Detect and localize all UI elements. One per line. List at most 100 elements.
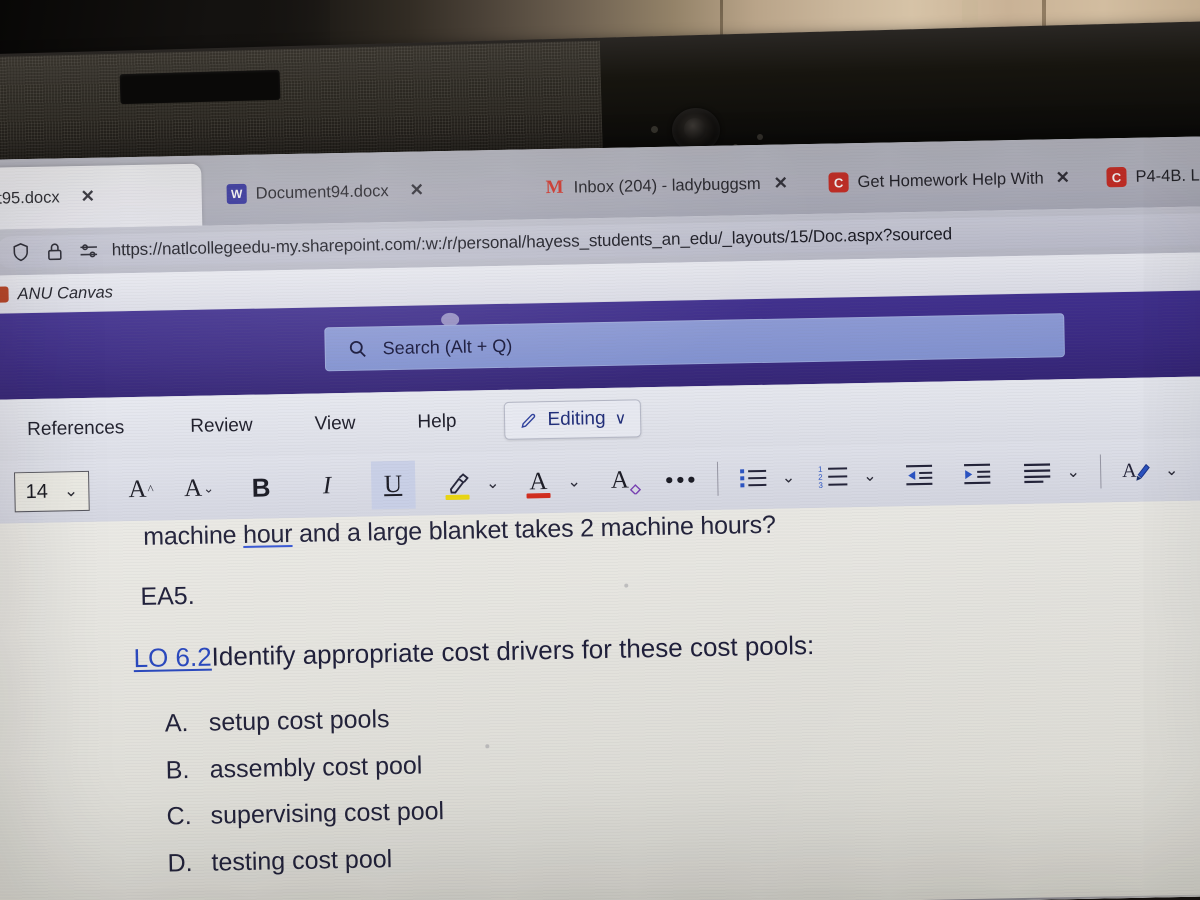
shield-icon[interactable]	[10, 241, 32, 263]
highlighter-icon	[449, 473, 469, 494]
font-size-value: 14	[25, 480, 49, 503]
chevron-down-icon[interactable]: ⌄	[0, 344, 3, 369]
tab-references[interactable]: References	[5, 417, 147, 442]
font-color-caret-icon[interactable]: ⌄	[560, 471, 588, 492]
browser-tab-4[interactable]: Get Homework Help With ✕	[816, 149, 1082, 212]
highlight-color-caret-icon[interactable]: ⌄	[479, 473, 507, 494]
font-size-selector[interactable]: 14 ⌄	[14, 470, 90, 513]
search-icon	[349, 340, 366, 358]
close-icon[interactable]: ✕	[80, 187, 95, 207]
browser-tab-1[interactable]: cument95.docx ✕	[0, 163, 203, 232]
more-formatting-options-button[interactable]: •••	[659, 455, 704, 504]
lock-icon[interactable]	[44, 240, 66, 262]
close-icon[interactable]: ✕	[1055, 168, 1070, 188]
lo-prompt-text: Identify appropriate cost drivers for th…	[211, 630, 815, 672]
underline-button[interactable]: U	[370, 460, 416, 510]
screen-speck	[624, 583, 629, 588]
site-permissions-icon[interactable]	[78, 240, 100, 262]
editing-mode-button[interactable]: Editing ∨	[504, 399, 642, 440]
page-bottom-divider	[0, 893, 1200, 900]
tab-title: Get Homework Help With	[857, 169, 1044, 191]
chegg-icon	[1106, 166, 1127, 188]
decrease-indent-icon	[906, 464, 933, 486]
laptop-vent-slot	[119, 69, 281, 105]
svg-text:A: A	[1122, 460, 1137, 482]
tab-title: Inbox (204) - ladybuggsm	[573, 174, 761, 197]
word-icon	[226, 183, 247, 205]
tab-title: P4-4B. LO	[1135, 165, 1200, 186]
spelling-error-word: hour	[242, 519, 293, 549]
close-icon[interactable]: ✕	[409, 180, 424, 200]
list-item-text: testing cost pool	[211, 844, 393, 877]
format-painter-button[interactable]: A	[1114, 446, 1159, 495]
font-color-button[interactable]: A	[516, 458, 561, 507]
tab-view[interactable]: View	[292, 412, 377, 436]
chevron-down-icon[interactable]: ⌄	[64, 481, 89, 501]
bulleted-list-icon	[739, 469, 766, 488]
pencil-icon	[521, 413, 536, 428]
search-input[interactable]: Search (Alt + Q)	[324, 313, 1065, 372]
browser-tab-5[interactable]: P4-4B. LO	[1094, 146, 1200, 206]
browser-tab-2[interactable]: Document94.docx ✕	[214, 161, 436, 223]
list-item-text: assembly cost pool	[209, 751, 423, 784]
chevron-down-icon: ∨	[614, 410, 627, 428]
clear-formatting-button[interactable]: A	[597, 456, 642, 505]
list-marker: D.	[167, 848, 193, 877]
list-item-text: setup cost pools	[208, 705, 390, 737]
browser-tab-3[interactable]: M Inbox (204) - ladybuggsm ✕	[532, 154, 800, 217]
svg-text:3: 3	[818, 481, 823, 490]
italic-button[interactable]: I	[305, 462, 350, 511]
bookmark-anu-canvas[interactable]: ANU Canvas	[17, 283, 113, 304]
editing-label: Editing	[547, 407, 606, 431]
highlight-color-swatch	[445, 494, 470, 501]
canvas-icon	[0, 286, 9, 303]
alignment-caret-icon[interactable]: ⌄	[1059, 462, 1087, 483]
tab-title: Document94.docx	[255, 181, 389, 203]
clear-formatting-letter: A	[610, 466, 630, 494]
grow-font-button[interactable]: A ^	[119, 465, 164, 514]
chegg-icon	[828, 172, 849, 193]
list-marker: A.	[164, 709, 189, 738]
paragraph-alignment-icon	[1024, 463, 1051, 484]
toolbar-divider	[716, 461, 719, 496]
format-painter-caret-icon[interactable]: ⌄	[1158, 460, 1186, 481]
webcam-lens	[684, 118, 706, 140]
increase-indent-button[interactable]	[955, 449, 1000, 498]
shrink-font-button[interactable]: A ⌄	[177, 464, 222, 513]
tab-help[interactable]: Help	[395, 410, 478, 434]
bulleted-list-caret-icon[interactable]: ⌄	[775, 467, 803, 488]
wall-fixture	[962, 0, 978, 22]
document-canvas[interactable]: machine hour and a large blanket takes 2…	[0, 499, 1200, 900]
search-placeholder: Search (Alt + Q)	[382, 335, 513, 358]
numbered-list-icon: 1 2 3	[818, 465, 848, 490]
bezel-sensor-dot	[757, 134, 763, 140]
format-painter-icon: A	[1122, 460, 1150, 482]
clipped-text-after: and a large blanket takes 2 machine hour…	[292, 510, 776, 548]
caret-up-icon: ^	[147, 481, 154, 497]
paragraph-alignment-button[interactable]	[1015, 448, 1060, 497]
lo-link[interactable]: LO 6.2	[133, 642, 212, 673]
decrease-indent-button[interactable]	[897, 451, 942, 500]
bold-button[interactable]: B	[239, 463, 284, 512]
list-marker: C.	[166, 801, 192, 831]
tab-review[interactable]: Review	[168, 414, 275, 438]
bulleted-list-button[interactable]	[730, 454, 775, 503]
grow-font-label: A	[128, 475, 147, 504]
numbered-list-button[interactable]: 1 2 3	[812, 452, 857, 501]
list-item: D. testing cost pool	[167, 835, 445, 887]
list-marker: B.	[165, 755, 190, 784]
eraser-icon	[629, 484, 641, 495]
list-item: A. setup cost pools	[164, 695, 442, 747]
increase-indent-icon	[964, 463, 991, 485]
close-icon[interactable]: ✕	[774, 173, 789, 193]
highlight-button[interactable]	[435, 459, 480, 508]
clipped-text-before: machine	[142, 520, 244, 551]
learning-objective-paragraph: LO 6.2Identify appropriate cost drivers …	[133, 630, 814, 674]
numbered-list-caret-icon[interactable]: ⌄	[856, 466, 884, 487]
list-item: C. supervising cost pool	[166, 788, 444, 840]
font-color-swatch	[526, 493, 551, 499]
gmail-icon: M	[545, 176, 564, 199]
photo-of-laptop-screen: cument95.docx ✕ Document94.docx ✕ M Inbo…	[0, 0, 1200, 900]
bezel-sensor-dot	[651, 126, 658, 133]
url-text: https://natlcollegeedu-my.sharepoint.com…	[111, 224, 953, 260]
